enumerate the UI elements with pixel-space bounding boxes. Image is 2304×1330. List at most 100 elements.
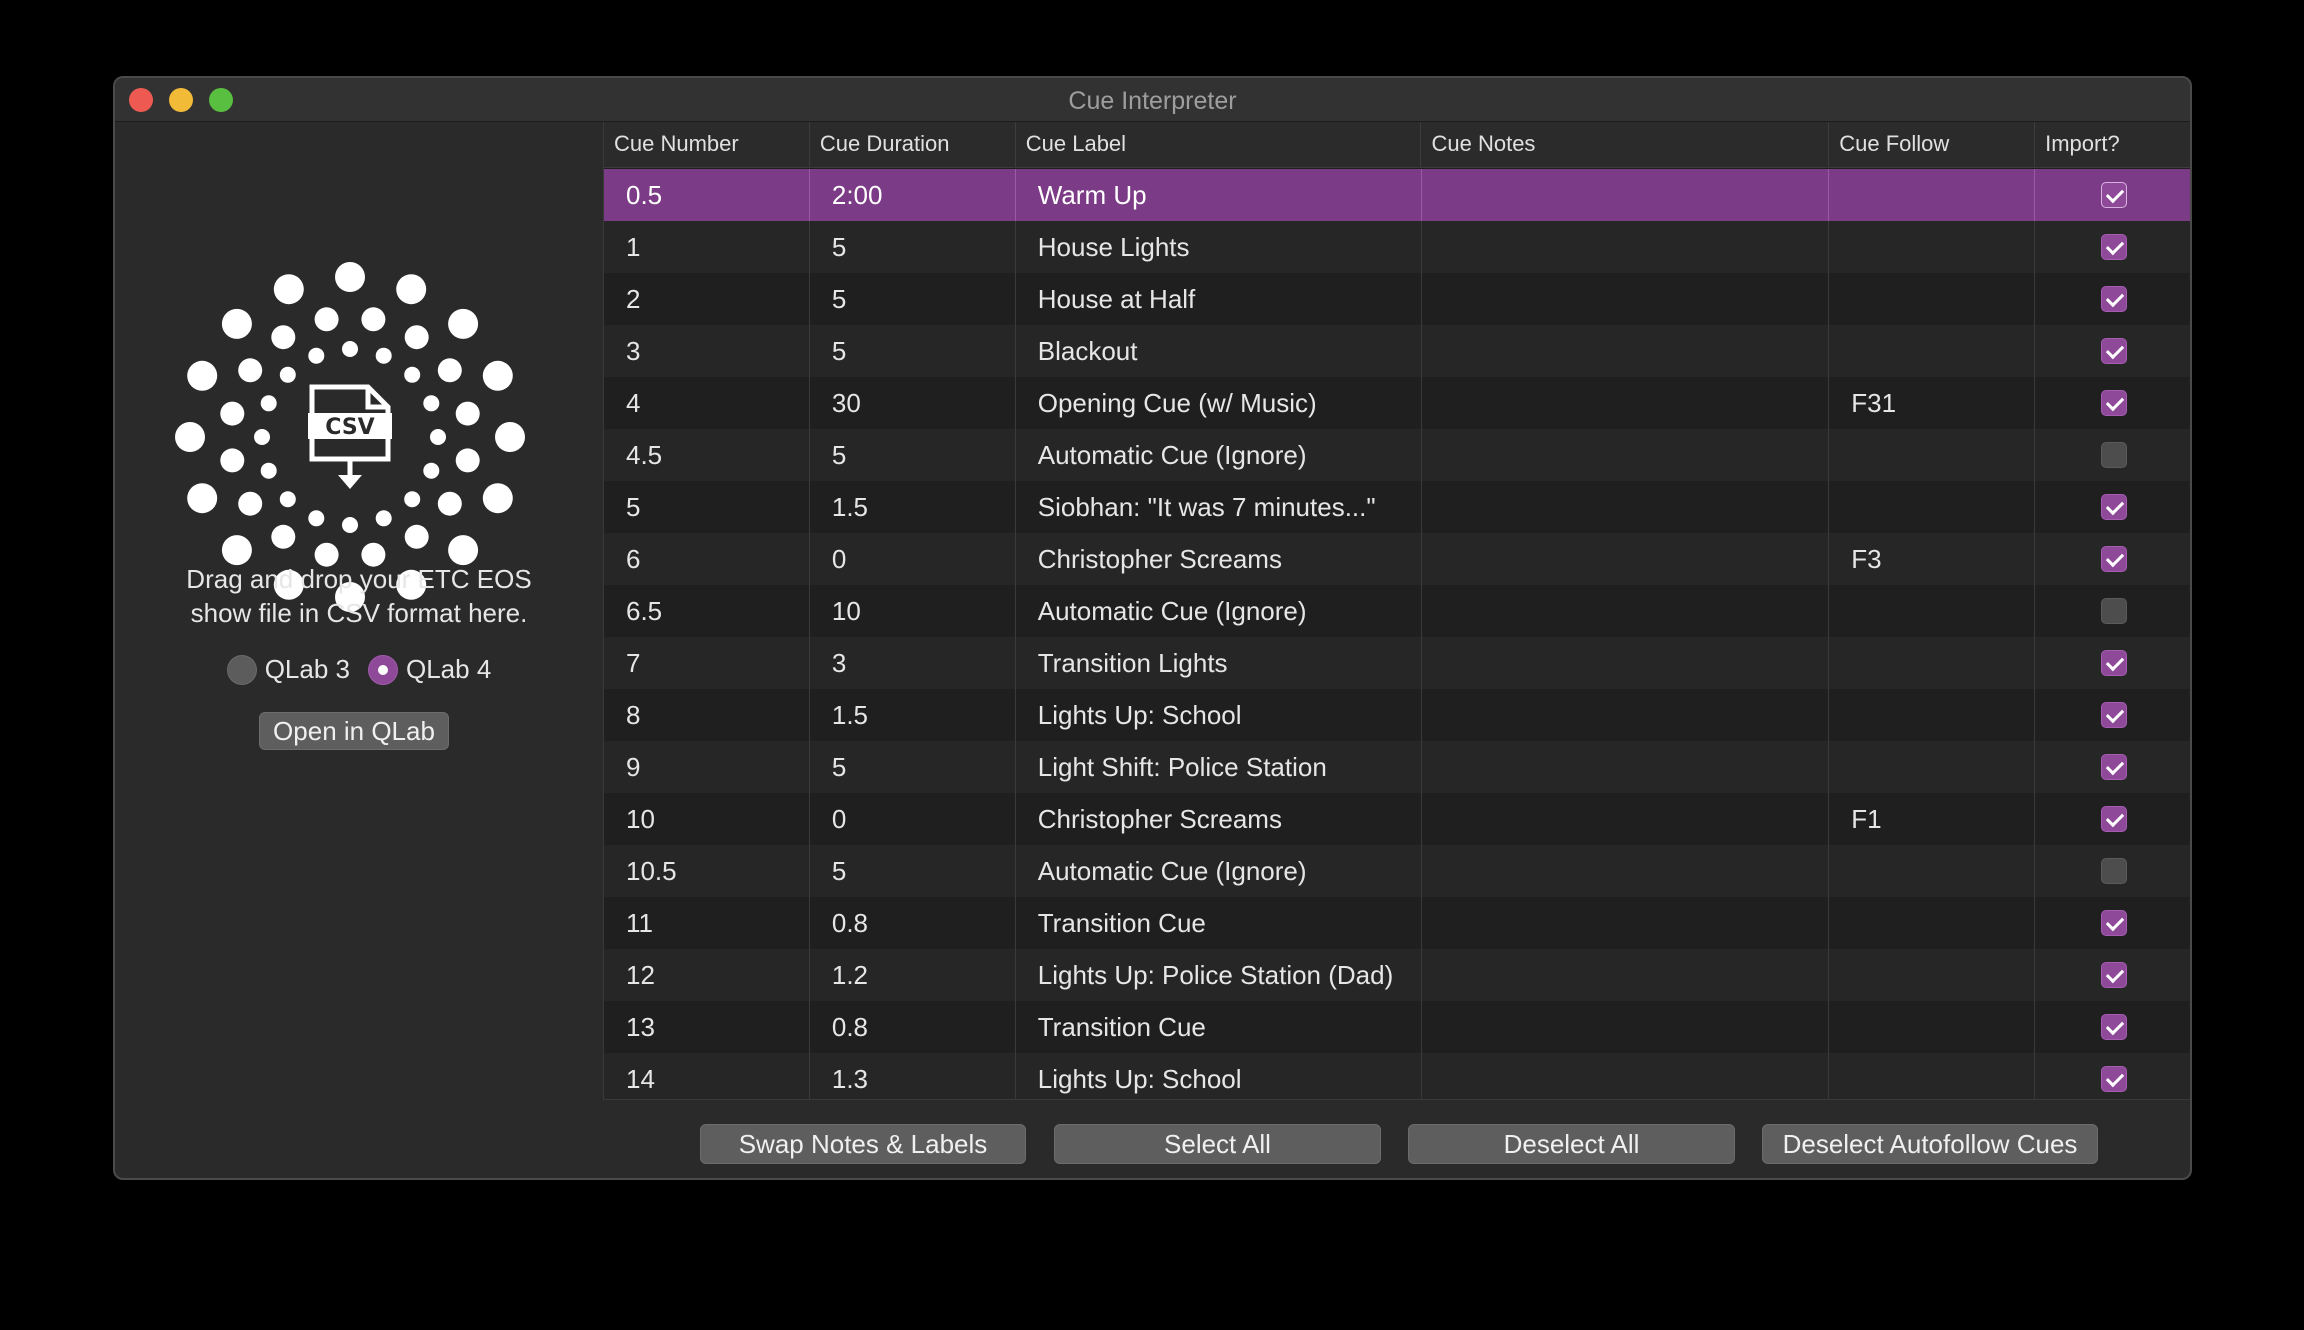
cell-cue-follow[interactable] <box>1829 741 2036 793</box>
table-row[interactable]: 10 0 Christopher Screams F1 <box>604 793 2190 845</box>
cell-cue-label[interactable]: Lights Up: Police Station (Dad) <box>1016 949 1422 1001</box>
column-header-import[interactable]: Import? <box>2035 122 2190 168</box>
cell-cue-follow[interactable] <box>1829 585 2036 637</box>
cell-cue-duration[interactable]: 5 <box>810 221 1016 273</box>
import-checkbox[interactable] <box>2100 806 2127 832</box>
cell-cue-duration[interactable]: 3 <box>810 637 1016 689</box>
import-checkbox[interactable] <box>2100 910 2127 936</box>
cell-cue-notes[interactable] <box>1422 533 1830 585</box>
table-row[interactable]: 2 5 House at Half <box>604 273 2190 325</box>
cell-cue-follow[interactable] <box>1829 481 2036 533</box>
import-checkbox[interactable] <box>2100 494 2127 520</box>
cell-cue-notes[interactable] <box>1422 377 1830 429</box>
cell-cue-duration[interactable]: 5 <box>810 429 1016 481</box>
table-row[interactable]: 3 5 Blackout <box>604 325 2190 377</box>
cell-cue-duration[interactable]: 10 <box>810 585 1016 637</box>
cell-cue-follow[interactable] <box>1829 169 2036 221</box>
cell-cue-label[interactable]: Automatic Cue (Ignore) <box>1016 585 1422 637</box>
cell-cue-notes[interactable] <box>1422 325 1830 377</box>
column-header-cue-notes[interactable]: Cue Notes <box>1421 122 1830 168</box>
import-checkbox[interactable] <box>2100 286 2127 312</box>
cell-cue-number[interactable]: 10 <box>604 793 810 845</box>
cell-cue-follow[interactable] <box>1829 1001 2036 1053</box>
cell-cue-label[interactable]: Transition Lights <box>1016 637 1422 689</box>
table-row[interactable]: 11 0.8 Transition Cue <box>604 897 2190 949</box>
cell-cue-label[interactable]: Lights Up: School <box>1016 1053 1422 1099</box>
cell-cue-label[interactable]: Opening Cue (w/ Music) <box>1016 377 1422 429</box>
cell-cue-notes[interactable] <box>1422 273 1830 325</box>
cell-cue-duration[interactable]: 0.8 <box>810 1001 1016 1053</box>
import-checkbox[interactable] <box>2100 702 2127 728</box>
table-row[interactable]: 0.5 2:00 Warm Up <box>604 169 2190 221</box>
cell-cue-label[interactable]: Transition Cue <box>1016 1001 1422 1053</box>
cell-cue-notes[interactable] <box>1422 585 1830 637</box>
column-header-cue-duration[interactable]: Cue Duration <box>810 122 1016 168</box>
cell-cue-number[interactable]: 4.5 <box>604 429 810 481</box>
table-row[interactable]: 14 1.3 Lights Up: School <box>604 1053 2190 1099</box>
import-checkbox[interactable] <box>2100 442 2127 468</box>
cell-cue-number[interactable]: 9 <box>604 741 810 793</box>
cell-cue-label[interactable]: Automatic Cue (Ignore) <box>1016 845 1422 897</box>
cell-cue-number[interactable]: 2 <box>604 273 810 325</box>
cell-cue-label[interactable]: Transition Cue <box>1016 897 1422 949</box>
select-all-button[interactable]: Select All <box>1054 1124 1381 1164</box>
table-row[interactable]: 6 0 Christopher Screams F3 <box>604 533 2190 585</box>
cell-cue-follow[interactable]: F1 <box>1829 793 2036 845</box>
cell-cue-follow[interactable] <box>1829 689 2036 741</box>
cell-cue-follow[interactable]: F3 <box>1829 533 2036 585</box>
cell-cue-label[interactable]: Blackout <box>1016 325 1422 377</box>
cell-cue-duration[interactable]: 1.2 <box>810 949 1016 1001</box>
cell-cue-number[interactable]: 8 <box>604 689 810 741</box>
radio-button-qlab-3[interactable] <box>226 654 257 685</box>
cell-cue-number[interactable]: 11 <box>604 897 810 949</box>
cell-cue-notes[interactable] <box>1422 689 1830 741</box>
cell-cue-notes[interactable] <box>1422 481 1830 533</box>
cell-cue-number[interactable]: 10.5 <box>604 845 810 897</box>
cell-cue-notes[interactable] <box>1422 845 1830 897</box>
radio-button-qlab-4[interactable] <box>368 654 398 685</box>
cell-cue-duration[interactable]: 5 <box>810 325 1016 377</box>
open-in-qlab-button[interactable]: Open in QLab <box>259 712 449 750</box>
cell-cue-label[interactable]: Christopher Screams <box>1016 793 1422 845</box>
cell-cue-duration[interactable]: 0.8 <box>810 897 1016 949</box>
import-checkbox[interactable] <box>2100 650 2127 676</box>
column-header-cue-follow[interactable]: Cue Follow <box>1829 122 2036 168</box>
cell-cue-duration[interactable]: 2:00 <box>810 169 1016 221</box>
cell-cue-label[interactable]: House Lights <box>1016 221 1422 273</box>
cell-cue-notes[interactable] <box>1422 637 1830 689</box>
cell-cue-number[interactable]: 12 <box>604 949 810 1001</box>
cell-cue-number[interactable]: 6.5 <box>604 585 810 637</box>
table-row[interactable]: 4 30 Opening Cue (w/ Music) F31 <box>604 377 2190 429</box>
cell-cue-number[interactable]: 1 <box>604 221 810 273</box>
cell-cue-notes[interactable] <box>1422 1053 1830 1099</box>
cell-cue-follow[interactable] <box>1829 637 2036 689</box>
table-row[interactable]: 9 5 Light Shift: Police Station <box>604 741 2190 793</box>
csv-drop-zone[interactable]: CSV <box>175 262 525 612</box>
cell-cue-duration[interactable]: 30 <box>810 377 1016 429</box>
cell-cue-notes[interactable] <box>1422 221 1830 273</box>
cell-cue-duration[interactable]: 5 <box>810 845 1016 897</box>
import-checkbox[interactable] <box>2100 390 2127 416</box>
import-checkbox[interactable] <box>2100 754 2127 780</box>
cell-cue-follow[interactable]: F31 <box>1829 377 2036 429</box>
cell-cue-label[interactable]: Christopher Screams <box>1016 533 1422 585</box>
title-bar[interactable]: Cue Interpreter <box>115 78 2190 122</box>
cell-cue-number[interactable]: 5 <box>604 481 810 533</box>
table-row[interactable]: 13 0.8 Transition Cue <box>604 1001 2190 1053</box>
cell-cue-number[interactable]: 13 <box>604 1001 810 1053</box>
cell-cue-follow[interactable] <box>1829 1053 2036 1099</box>
cell-cue-follow[interactable] <box>1829 897 2036 949</box>
column-header-cue-label[interactable]: Cue Label <box>1016 122 1422 168</box>
import-checkbox[interactable] <box>2100 234 2127 260</box>
cell-cue-label[interactable]: Light Shift: Police Station <box>1016 741 1422 793</box>
cell-cue-label[interactable]: House at Half <box>1016 273 1422 325</box>
cell-cue-follow[interactable] <box>1829 429 2036 481</box>
import-checkbox[interactable] <box>2100 182 2127 208</box>
import-checkbox[interactable] <box>2100 962 2127 988</box>
cell-cue-number[interactable]: 3 <box>604 325 810 377</box>
cell-cue-follow[interactable] <box>1829 845 2036 897</box>
table-row[interactable]: 5 1.5 Siobhan: "It was 7 minutes..." <box>604 481 2190 533</box>
cell-cue-notes[interactable] <box>1422 429 1830 481</box>
cell-cue-label[interactable]: Warm Up <box>1016 169 1422 221</box>
import-checkbox[interactable] <box>2100 858 2127 884</box>
